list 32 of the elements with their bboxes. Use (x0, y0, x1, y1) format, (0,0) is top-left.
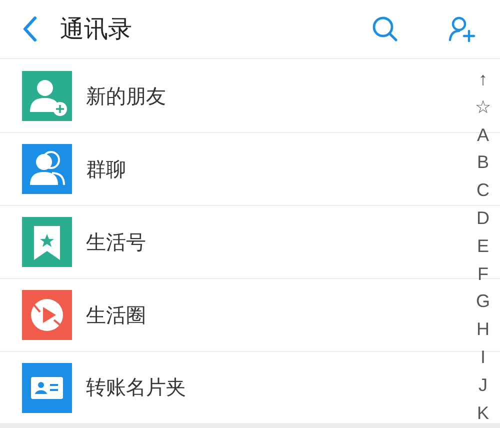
index-letter[interactable]: H (476, 316, 490, 344)
index-letter[interactable]: A (476, 122, 489, 150)
index-letter[interactable]: E (476, 232, 489, 261)
play-icon (22, 290, 72, 340)
item-label: 群聊 (86, 156, 126, 182)
index-letter[interactable]: B (476, 149, 489, 178)
list-item[interactable]: 生活号 (0, 206, 440, 278)
index-letter[interactable]: J (478, 372, 488, 400)
index-letter[interactable]: C (476, 177, 490, 205)
index-letter[interactable]: F (478, 260, 488, 288)
list-item[interactable]: 生活圈 (0, 279, 440, 351)
index-letter[interactable]: K (476, 400, 489, 428)
id-card-icon (22, 362, 72, 412)
add-contact-icon[interactable] (448, 16, 476, 42)
add-person-icon (22, 71, 72, 121)
item-label: 生活号 (86, 228, 146, 256)
item-label: 生活圈 (86, 302, 146, 328)
list-item[interactable]: 转账名片夹 (0, 352, 440, 423)
index-letter[interactable]: G (476, 288, 490, 316)
item-label: 新的朋友 (86, 82, 166, 110)
page-title: 通讯录 (60, 14, 133, 45)
back-icon[interactable] (22, 16, 38, 42)
people-icon (22, 144, 72, 194)
index-letter[interactable]: ↑ (478, 66, 488, 94)
list-item[interactable]: 群聊 (0, 133, 440, 205)
item-label: 转账名片夹 (86, 374, 186, 401)
search-icon[interactable] (372, 16, 398, 42)
list-item[interactable]: 新的朋友 (0, 60, 440, 132)
bookmark-icon (22, 217, 72, 267)
index-letter[interactable]: ☆ (475, 94, 491, 122)
index-letter[interactable]: I (480, 344, 486, 372)
index-letter[interactable]: D (476, 204, 490, 233)
